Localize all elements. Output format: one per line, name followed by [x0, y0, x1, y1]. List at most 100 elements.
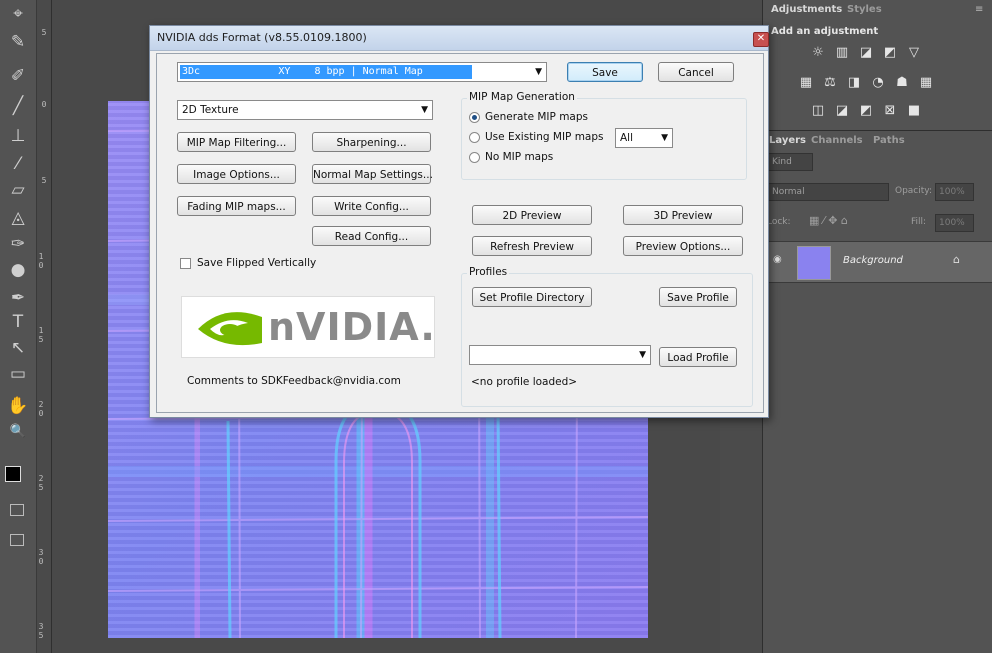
existing-mip-select[interactable]: All ▼ [615, 128, 673, 148]
profile-select[interactable]: ▼ [469, 345, 651, 365]
dodge-tool-icon[interactable]: ● [0, 258, 36, 282]
eraser-tool-icon[interactable]: ▱ [0, 178, 36, 202]
use-existing-mip-radio[interactable] [469, 132, 480, 143]
ruler-label: 2 5 [38, 474, 44, 492]
filter-kind-select[interactable]: Kind [767, 153, 813, 171]
fading-mip-button[interactable]: Fading MIP maps... [177, 196, 296, 216]
no-mip-label: No MIP maps [485, 151, 554, 163]
foreground-color-swatch[interactable] [5, 466, 21, 482]
adjustments-panel: Adjustments Styles ≡ Add an adjustment ☼… [763, 0, 992, 131]
spot-healing-tool-icon[interactable]: ✐ [0, 64, 36, 88]
write-config-button[interactable]: Write Config... [312, 196, 431, 216]
curves-icon[interactable]: ◪ [859, 46, 873, 60]
color-balance-icon[interactable]: ⚖ [823, 76, 837, 90]
layer-name: Background [843, 255, 903, 266]
close-button[interactable]: ✕ [753, 32, 769, 47]
opacity-value: 100% [939, 187, 965, 197]
image-options-button[interactable]: Image Options... [177, 164, 296, 184]
posterize-icon[interactable]: ◪ [835, 104, 849, 118]
set-profile-directory-button[interactable]: Set Profile Directory [472, 287, 592, 307]
blend-mode-select[interactable]: Normal [767, 183, 889, 201]
nvidia-eye-icon [198, 312, 262, 346]
paint-bucket-tool-icon[interactable]: ◬ [0, 206, 36, 230]
pencil-tool-icon[interactable]: ╱ [0, 94, 36, 118]
layer-row-background[interactable]: ◉ Background ⌂ [763, 241, 992, 283]
dialog-title: NVIDIA dds Format (v8.55.0109.1800) [157, 31, 367, 44]
ruler-label: 3 0 [38, 548, 44, 566]
hand-tool-icon[interactable]: ✋ [0, 394, 36, 418]
save-profile-button[interactable]: Save Profile [659, 287, 737, 307]
kind-label: Kind [772, 157, 792, 167]
cancel-button[interactable]: Cancel [658, 62, 734, 82]
screen-mode-icon[interactable] [10, 534, 24, 546]
sharpening-button[interactable]: Sharpening... [312, 132, 431, 152]
gradient-map-icon[interactable]: ⊠ [883, 104, 897, 118]
normal-map-settings-button[interactable]: Normal Map Settings... [312, 164, 433, 184]
rectangle-tool-icon[interactable]: ▭ [0, 362, 36, 386]
tab-adjustments[interactable]: Adjustments [771, 4, 842, 15]
preview-2d-button[interactable]: 2D Preview [472, 205, 592, 225]
tab-layers[interactable]: Layers [769, 135, 806, 146]
pen-tool-icon[interactable]: ✒ [0, 286, 36, 310]
dialog-titlebar[interactable]: NVIDIA dds Format (v8.55.0109.1800) ✕ [150, 26, 769, 51]
lock-icon: ⌂ [953, 253, 960, 266]
black-white-icon[interactable]: ◨ [847, 76, 861, 90]
fill-field[interactable]: 100% [935, 214, 974, 232]
move-tool-icon[interactable]: ⌖ [0, 2, 36, 26]
layer-thumbnail [797, 246, 831, 280]
no-mip-radio[interactable] [469, 152, 480, 163]
clone-stamp-tool-icon[interactable]: ⊥ [0, 124, 36, 148]
fill-value: 100% [939, 218, 965, 228]
save-flipped-checkbox[interactable] [180, 258, 191, 269]
levels-icon[interactable]: ▥ [835, 46, 849, 60]
read-config-button[interactable]: Read Config... [312, 226, 431, 246]
zoom-tool-icon[interactable]: 🔍 [0, 420, 36, 444]
texture-type-value: 2D Texture [182, 104, 239, 116]
visibility-eye-icon[interactable]: ◉ [773, 254, 782, 265]
mip-filtering-button[interactable]: MIP Map Filtering... [177, 132, 296, 152]
blend-mode-value: Normal [772, 187, 805, 197]
preview-3d-button[interactable]: 3D Preview [623, 205, 743, 225]
use-existing-mip-label: Use Existing MIP maps [485, 131, 604, 143]
save-button[interactable]: Save [567, 62, 643, 82]
vibrance-icon[interactable]: ▽ [907, 46, 921, 60]
history-brush-tool-icon[interactable]: ⁄ [0, 152, 36, 176]
texture-type-select[interactable]: 2D Texture ▼ [177, 100, 433, 120]
photo-filter-icon[interactable]: ◔ [871, 76, 885, 90]
panel-menu-icon[interactable]: ≡ [975, 4, 983, 15]
channel-mixer-icon[interactable]: ☗ [895, 76, 909, 90]
brush-tool-icon[interactable]: ✎ [0, 30, 36, 54]
color-lookup-icon[interactable]: ▦ [919, 76, 933, 90]
save-flipped-label: Save Flipped Vertically [197, 257, 317, 269]
load-profile-button[interactable]: Load Profile [659, 347, 737, 367]
preview-options-button[interactable]: Preview Options... [623, 236, 743, 256]
fill-label: Fill: [911, 217, 927, 227]
tab-channels[interactable]: Channels [811, 135, 863, 146]
generate-mip-radio[interactable] [469, 112, 480, 123]
mip-group-title: MIP Map Generation [467, 91, 577, 103]
ruler-label: 3 5 [38, 622, 44, 640]
nvidia-dds-dialog: NVIDIA dds Format (v8.55.0109.1800) ✕ 3D… [149, 25, 769, 418]
selective-color-icon[interactable]: ■ [907, 104, 921, 118]
path-selection-tool-icon[interactable]: ↖ [0, 336, 36, 360]
hue-saturation-icon[interactable]: ▦ [799, 76, 813, 90]
threshold-icon[interactable]: ◩ [859, 104, 873, 118]
opacity-field[interactable]: 100% [935, 183, 974, 201]
blur-tool-icon[interactable]: ✑ [0, 232, 36, 256]
add-adjustment-label: Add an adjustment [771, 26, 879, 37]
tab-paths[interactable]: Paths [873, 135, 905, 146]
invert-icon[interactable]: ◫ [811, 104, 825, 118]
opacity-label: Opacity: [895, 186, 932, 196]
exposure-icon[interactable]: ◩ [883, 46, 897, 60]
ruler-label: 1 5 [38, 326, 44, 344]
type-tool-icon[interactable]: T [0, 310, 36, 334]
quick-mask-icon[interactable] [10, 504, 24, 516]
nvidia-logo: nVIDIA. [181, 296, 435, 358]
refresh-preview-button[interactable]: Refresh Preview [472, 236, 592, 256]
brightness-icon[interactable]: ☼ [811, 46, 825, 60]
tab-styles[interactable]: Styles [847, 4, 882, 15]
vertical-ruler: 5 0 5 1 0 1 5 2 0 2 5 3 0 3 5 [37, 0, 52, 653]
lock-icons[interactable]: ▦ ⁄ ✥ ⌂ [809, 214, 848, 227]
dialog-body: 3Dc XY 8 bpp | Normal Map ▼ Save Cancel … [156, 53, 764, 413]
format-select[interactable]: 3Dc XY 8 bpp | Normal Map ▼ [177, 62, 547, 82]
